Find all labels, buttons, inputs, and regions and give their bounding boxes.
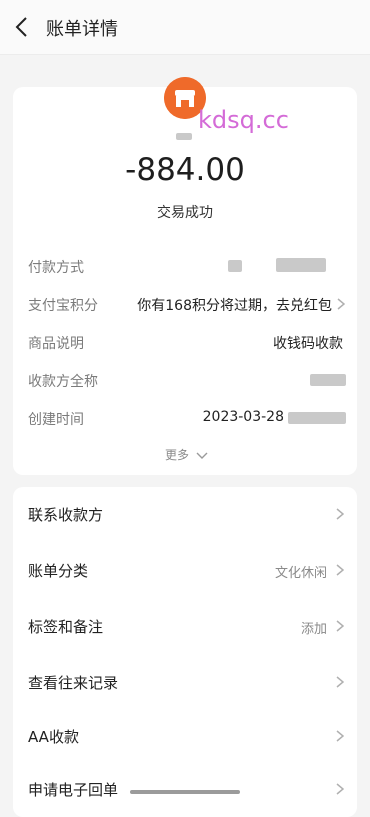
- history-row[interactable]: 查看往来记录: [13, 655, 357, 709]
- payment-method-label: 付款方式: [28, 260, 84, 276]
- payment-method-redacted: [228, 260, 242, 272]
- tags-notes-value: 添加: [300, 622, 327, 637]
- chevron-right-icon: [336, 730, 344, 742]
- points-value[interactable]: 你有168积分将过期，去兑红包: [137, 295, 332, 315]
- tags-notes-row[interactable]: 标签和备注 添加: [13, 599, 357, 653]
- chevron-right-icon: [336, 508, 344, 520]
- chevron-right-icon: [336, 783, 344, 795]
- tags-notes-label: 标签和备注: [28, 618, 104, 636]
- back-arrow-icon[interactable]: [12, 15, 34, 39]
- merchant-name-redacted: [176, 133, 192, 140]
- transaction-amount: -884.00: [125, 152, 245, 188]
- chevron-down-icon: [196, 452, 208, 459]
- history-label: 查看往来记录: [28, 674, 119, 692]
- bill-category-value: 文化休闲: [274, 566, 327, 581]
- transaction-status: 交易成功: [157, 205, 213, 221]
- chevron-right-icon: [336, 676, 344, 688]
- chevron-right-icon[interactable]: [337, 298, 345, 310]
- page-title: 账单详情: [46, 19, 118, 40]
- payment-method-redacted-2: [276, 258, 326, 272]
- points-label: 支付宝积分: [28, 298, 98, 314]
- product-desc-value: 收钱码收款: [273, 336, 343, 352]
- watermark-text: kdsq.cc: [198, 106, 289, 134]
- created-time-label: 创建时间: [28, 412, 84, 428]
- chevron-right-icon: [336, 564, 344, 576]
- e-receipt-label: 申请电子回单: [28, 781, 119, 799]
- bill-category-label: 账单分类: [28, 562, 89, 580]
- payee-name-label: 收款方全称: [28, 374, 98, 390]
- contact-payee-row[interactable]: 联系收款方: [13, 487, 357, 541]
- created-time-redacted: [288, 412, 346, 424]
- payee-name-redacted: [310, 374, 346, 386]
- product-desc-label: 商品说明: [28, 336, 84, 352]
- aa-collect-label: AA收款: [28, 728, 79, 746]
- aa-collect-row[interactable]: AA收款: [13, 709, 357, 763]
- top-bar: 账单详情: [0, 0, 370, 55]
- chevron-right-icon: [336, 620, 344, 632]
- more-toggle[interactable]: 更多: [165, 446, 208, 463]
- more-label: 更多: [165, 448, 190, 462]
- home-indicator[interactable]: [130, 790, 240, 794]
- contact-payee-label: 联系收款方: [28, 506, 104, 524]
- bill-category-row[interactable]: 账单分类 文化休闲: [13, 543, 357, 597]
- e-receipt-row[interactable]: 申请电子回单: [13, 762, 357, 816]
- created-time-value: 2023-03-28: [202, 409, 284, 425]
